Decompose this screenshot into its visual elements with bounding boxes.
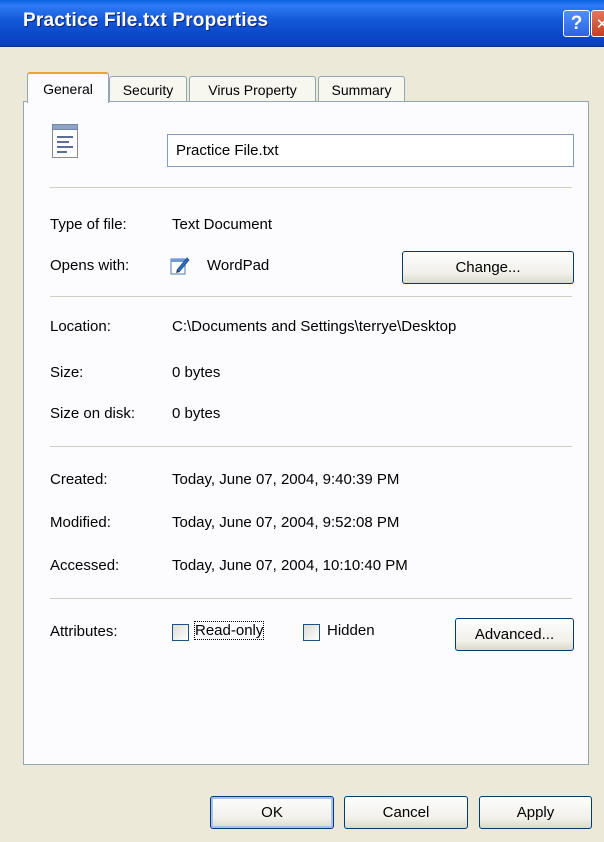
hidden-label[interactable]: Hidden (327, 622, 375, 639)
apply-button-label: Apply (516, 804, 555, 821)
opens-with-value: WordPad (207, 257, 270, 274)
size-value: 0 bytes (172, 364, 221, 381)
tab-summary-label: Summary (331, 81, 392, 98)
close-button[interactable]: ✕ (591, 10, 604, 37)
window-title: Practice File.txt Properties (23, 10, 269, 31)
hidden-checkbox[interactable] (303, 624, 320, 641)
location-label: Location: (50, 318, 111, 335)
general-tab-panel (23, 101, 589, 765)
close-icon: ✕ (595, 15, 604, 33)
location-value: C:\Documents and Settings\terrye\Desktop (172, 318, 457, 335)
tab-security[interactable]: Security (109, 76, 187, 102)
tab-summary[interactable]: Summary (318, 76, 405, 102)
tab-security-label: Security (122, 81, 174, 98)
size-on-disk-value: 0 bytes (172, 405, 221, 422)
change-button[interactable]: Change... (402, 251, 574, 284)
title-bar[interactable]: Practice File.txt Properties ? ✕ (0, 0, 604, 47)
accessed-value: Today, June 07, 2004, 10:10:40 PM (172, 557, 408, 574)
ok-button-label: OK (261, 804, 283, 821)
separator (50, 598, 572, 599)
modified-value: Today, June 07, 2004, 9:52:08 PM (172, 514, 400, 531)
modified-label: Modified: (50, 514, 111, 531)
text-file-icon (52, 124, 78, 158)
file-name-field[interactable]: Practice File.txt (167, 134, 574, 167)
separator (50, 446, 572, 447)
change-button-label: Change... (455, 259, 521, 276)
size-on-disk-label: Size on disk: (50, 405, 136, 422)
read-only-label[interactable]: Read-only (193, 621, 265, 640)
size-label: Size: (50, 364, 84, 381)
tab-virus-property-label: Virus Property (208, 81, 297, 98)
advanced-button[interactable]: Advanced... (455, 618, 574, 651)
read-only-checkbox[interactable] (172, 624, 189, 641)
cancel-button-label: Cancel (382, 804, 430, 821)
question-mark-icon: ? (570, 12, 583, 34)
accessed-label: Accessed: (50, 557, 120, 574)
cancel-button[interactable]: Cancel (344, 796, 468, 829)
separator (50, 187, 572, 188)
created-label: Created: (50, 471, 108, 488)
separator (50, 296, 572, 297)
created-value: Today, June 07, 2004, 9:40:39 PM (172, 471, 400, 488)
ok-button[interactable]: OK (210, 796, 334, 829)
help-button[interactable]: ? (563, 10, 590, 37)
apply-button[interactable]: Apply (479, 796, 592, 829)
type-of-file-label: Type of file: (50, 216, 127, 233)
wordpad-icon (170, 257, 190, 275)
type-of-file-value: Text Document (172, 216, 273, 233)
attributes-label: Attributes: (50, 623, 118, 640)
properties-dialog: Practice File.txt Properties ? ✕ General… (0, 0, 604, 842)
tab-general-label: General (43, 80, 93, 97)
advanced-button-label: Advanced... (474, 626, 555, 643)
opens-with-label: Opens with: (50, 257, 130, 274)
tab-virus-property[interactable]: Virus Property (189, 76, 316, 102)
tab-general[interactable]: General (27, 72, 109, 103)
